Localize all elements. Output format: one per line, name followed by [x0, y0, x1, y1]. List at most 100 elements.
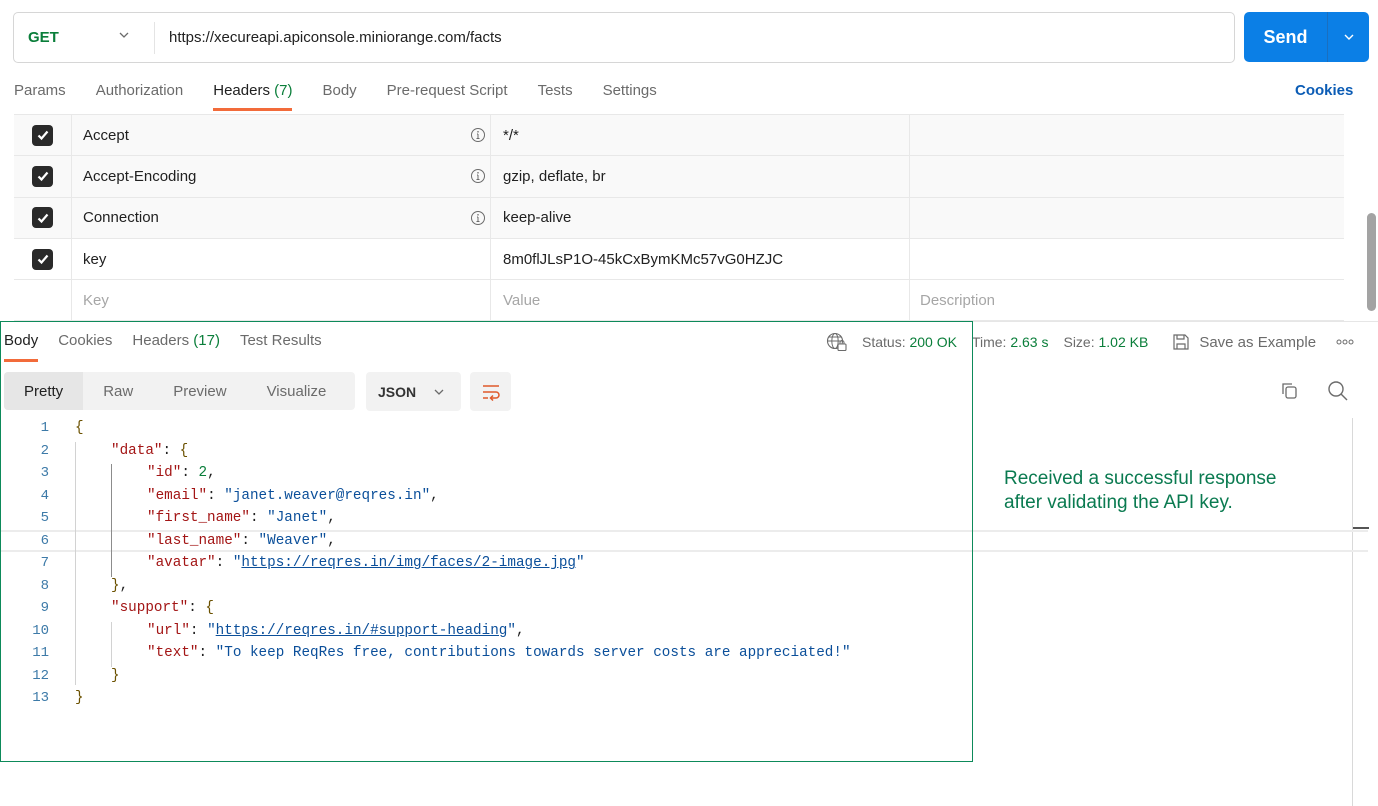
row-checkbox[interactable]	[32, 207, 53, 229]
tab-label: Headers	[213, 82, 270, 99]
tab-label: Authorization	[95, 82, 184, 99]
tab-response-cookies[interactable]: Cookies	[58, 330, 112, 362]
info-icon[interactable]	[470, 168, 486, 184]
code-token: :	[189, 622, 208, 639]
tab-authorization[interactable]: Authorization	[96, 80, 184, 112]
tab-label: Settings	[602, 82, 657, 99]
size-label: Size:	[1063, 334, 1095, 350]
line-number: 5	[40, 510, 49, 527]
tab-label: Test Results	[239, 332, 322, 349]
value-text: keep-alive	[503, 209, 572, 227]
method-selector[interactable]: GET	[14, 13, 154, 62]
tab-test-results[interactable]: Test Results	[240, 330, 322, 362]
header-value[interactable]: 8m0flJLsP1O-45kCxBymKMc57vG0HZJC	[491, 238, 910, 280]
status[interactable]: Status: 200 OK	[862, 334, 957, 350]
chevron-down-icon	[119, 32, 129, 38]
header-description[interactable]	[910, 198, 1344, 238]
info-icon[interactable]	[470, 127, 486, 143]
table-row: Accept-Encoding gzip, deflate, br	[14, 156, 1344, 198]
header-key[interactable]: key	[72, 238, 491, 280]
code-token: :	[198, 645, 216, 662]
row-checkbox[interactable]	[32, 165, 53, 187]
new-key-input[interactable]: Key	[72, 280, 491, 321]
format-selector[interactable]: JSON	[366, 372, 461, 411]
table-row-new: Key Value Description	[14, 280, 1344, 322]
headers-count: (7)	[274, 82, 293, 99]
code-link[interactable]: https://reqres.in/img/faces/2-image.jpg	[241, 555, 576, 571]
tab-label: Params	[14, 82, 66, 99]
view-pretty[interactable]: Pretty	[4, 372, 84, 410]
code-token: :	[181, 465, 199, 482]
code-token: :	[207, 487, 225, 504]
headers-count: (17)	[193, 332, 220, 349]
code-line: 8},	[0, 575, 1368, 598]
time[interactable]: Time: 2.63 s	[972, 334, 1049, 350]
code-token: :	[241, 532, 259, 549]
send-button[interactable]: Send	[1244, 12, 1328, 62]
code-token: ,	[119, 577, 129, 594]
tab-params[interactable]: Params	[14, 80, 66, 112]
tab-body[interactable]: Body	[322, 80, 356, 112]
header-key[interactable]: Accept-Encoding	[72, 156, 491, 197]
header-value[interactable]: gzip, deflate, br	[491, 156, 910, 197]
code-token: "id"	[147, 465, 182, 482]
code-line: 7 "avatar": "https://reqres.in/img/faces/…	[0, 552, 1368, 575]
chevron-down-icon	[1344, 34, 1353, 40]
wrap-lines-button[interactable]	[470, 372, 511, 411]
header-key[interactable]: Connection	[72, 197, 491, 238]
new-description-input[interactable]: Description	[910, 280, 1344, 320]
table-row: Connection keep-alive	[14, 197, 1344, 239]
code-line: 12}	[0, 665, 1368, 688]
copy-icon[interactable]	[1279, 381, 1299, 401]
size[interactable]: Size: 1.02 KB	[1063, 334, 1148, 350]
cookies-link[interactable]: Cookies	[1295, 82, 1353, 99]
tab-label: Body	[4, 332, 39, 349]
code-token: "To keep ReqRes free, contributions towa…	[215, 645, 851, 662]
save-as-example-button[interactable]: Save as Example	[1172, 333, 1316, 351]
header-value[interactable]: */*	[491, 115, 910, 156]
code-token: ,	[327, 510, 336, 527]
response-body-editor[interactable]: 1{2 "data": {3 "id": 2, 4 "email": "janet.we…	[0, 417, 1368, 710]
checkbox-cell	[14, 115, 72, 156]
code-text: }	[49, 690, 84, 706]
tab-pre-request-script[interactable]: Pre-request Script	[387, 80, 508, 112]
code-token: 2	[198, 465, 208, 482]
scrollbar[interactable]	[1367, 213, 1376, 311]
code-link[interactable]: https://reqres.in/#support-heading	[216, 623, 508, 639]
method-label: GET	[28, 29, 59, 46]
tab-tests[interactable]: Tests	[538, 80, 573, 112]
code-text: "support": {	[49, 600, 214, 616]
header-description[interactable]	[910, 239, 1344, 279]
more-options-icon[interactable]	[1336, 338, 1354, 346]
url-input[interactable]	[155, 13, 1234, 62]
info-icon[interactable]	[470, 210, 486, 226]
code-line: 1{	[0, 417, 1368, 440]
value-text: 8m0flJLsP1O-45kCxBymKMc57vG0HZJC	[503, 250, 784, 268]
header-key[interactable]: Accept	[72, 115, 491, 156]
view-raw[interactable]: Raw	[83, 372, 153, 410]
code-token: "avatar"	[147, 555, 216, 572]
row-checkbox[interactable]	[32, 248, 53, 270]
code-text: "data": {	[49, 443, 188, 459]
new-value-input[interactable]: Value	[491, 280, 910, 321]
tab-settings[interactable]: Settings	[603, 80, 657, 112]
code-line: 11 "text": "To keep ReqRes free, contribu…	[0, 642, 1368, 665]
header-description[interactable]	[910, 156, 1344, 196]
code-token: {	[179, 442, 189, 459]
view-visualize[interactable]: Visualize	[247, 372, 347, 410]
row-checkbox[interactable]	[32, 124, 53, 146]
code-token: ,	[327, 532, 336, 549]
globe-lock-icon[interactable]	[826, 332, 848, 352]
code-text: "avatar": "https://reqres.in/img/faces/2…	[49, 555, 585, 571]
tab-response-headers[interactable]: Headers (17)	[132, 330, 220, 362]
header-value[interactable]: keep-alive	[491, 197, 910, 238]
tab-headers[interactable]: Headers (7)	[213, 80, 293, 112]
wrap-lines-icon	[482, 384, 500, 401]
send-options-dropdown[interactable]	[1328, 12, 1369, 62]
line-number: 12	[32, 667, 49, 684]
tab-response-body[interactable]: Body	[4, 330, 39, 362]
checkmark-icon	[37, 254, 48, 265]
search-icon[interactable]	[1327, 380, 1349, 402]
header-description[interactable]	[910, 115, 1344, 155]
view-preview[interactable]: Preview	[153, 372, 246, 410]
